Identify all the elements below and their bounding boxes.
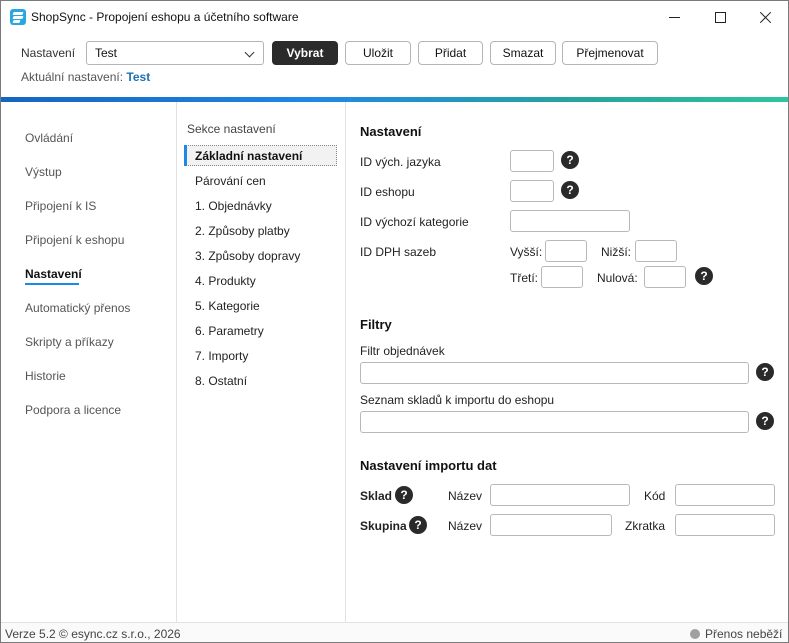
warehouse-code-label: Kód <box>644 489 666 503</box>
settings-form: Nastavení ID vých. jazyka ? ID eshopu ? … <box>346 102 788 622</box>
sidebar-item-pripojeni-is[interactable]: Připojení k IS <box>25 199 96 213</box>
settings-heading: Nastavení <box>360 124 422 139</box>
vat-third-input[interactable] <box>541 266 583 288</box>
app-logo-icon <box>10 9 26 25</box>
warehouse-code-input[interactable] <box>675 484 775 506</box>
help-icon[interactable]: ? <box>756 363 774 381</box>
section-item-parovani-cen[interactable]: Párování cen <box>195 174 266 188</box>
order-filter-input[interactable] <box>360 362 749 384</box>
warehouse-list-label: Seznam skladů k importu do eshopu <box>360 393 555 407</box>
warehouse-list-input[interactable] <box>360 411 749 433</box>
default-category-input[interactable] <box>510 210 630 232</box>
vat-zero-input[interactable] <box>644 266 686 288</box>
section-item-objednavky[interactable]: 1. Objednávky <box>195 199 272 213</box>
status-indicator-icon <box>690 629 700 639</box>
sidebar-nav: Ovládání Výstup Připojení k IS Připojení… <box>1 102 176 622</box>
group-abbr-label: Zkratka <box>625 519 666 533</box>
version-text: Verze 5.2 © esync.cz s.r.o., 2026 <box>5 627 181 641</box>
vat-id-label: ID DPH sazeb <box>360 245 437 259</box>
sidebar-item-podpora[interactable]: Podpora a licence <box>25 403 121 417</box>
warehouse-label: Sklad <box>360 489 393 503</box>
minimize-icon <box>668 16 680 18</box>
sidebar-item-vystup[interactable]: Výstup <box>25 165 62 179</box>
default-category-label: ID výchozí kategorie <box>360 215 469 229</box>
sidebar-item-automaticky-prenos[interactable]: Automatický přenos <box>25 301 130 315</box>
section-item-zpusoby-platby[interactable]: 2. Způsoby platby <box>195 224 290 238</box>
window-title: ShopSync - Propojení eshopu a účetního s… <box>31 10 299 24</box>
minimize-button[interactable] <box>651 1 697 33</box>
settings-profile-select[interactable]: Test <box>86 41 264 65</box>
current-settings-line: Aktuální nastavení: Test <box>21 70 150 84</box>
help-icon[interactable]: ? <box>695 267 713 285</box>
add-button[interactable]: Přidat <box>418 41 483 65</box>
section-item-kategorie[interactable]: 5. Kategorie <box>195 299 260 313</box>
help-icon[interactable]: ? <box>409 516 427 534</box>
title-bar: ShopSync - Propojení eshopu a účetního s… <box>1 1 788 33</box>
maximize-icon <box>714 11 726 23</box>
close-icon <box>760 11 772 23</box>
group-name-label: Název <box>448 519 483 533</box>
status-bar: Verze 5.2 © esync.cz s.r.o., 2026 Přenos… <box>1 622 788 642</box>
sidebar-item-historie[interactable]: Historie <box>25 369 66 383</box>
vat-zero-label: Nulová: <box>597 271 638 285</box>
group-abbr-input[interactable] <box>675 514 775 536</box>
vat-lower-label: Nižší: <box>601 245 631 259</box>
vat-lower-input[interactable] <box>635 240 677 262</box>
warehouse-name-input[interactable] <box>490 484 630 506</box>
vat-third-label: Třetí: <box>510 271 539 285</box>
section-item-parametry[interactable]: 6. Parametry <box>195 324 264 338</box>
rename-button[interactable]: Přejmenovat <box>562 41 658 65</box>
close-button[interactable] <box>743 1 788 33</box>
sidebar-item-nastaveni[interactable]: Nastavení <box>25 267 82 281</box>
current-settings-label: Aktuální nastavení: <box>21 70 124 84</box>
vat-higher-input[interactable] <box>545 240 587 262</box>
vat-higher-label: Vyšší: <box>510 245 543 259</box>
lang-id-input[interactable] <box>510 150 554 172</box>
active-nav-indicator <box>25 283 79 285</box>
eshop-id-label: ID eshopu <box>360 185 415 199</box>
maximize-button[interactable] <box>697 1 743 33</box>
help-icon[interactable]: ? <box>756 412 774 430</box>
section-item-produkty[interactable]: 4. Produkty <box>195 274 256 288</box>
group-label: Skupina <box>360 519 407 533</box>
sections-title: Sekce nastavení <box>187 122 276 136</box>
order-filter-label: Filtr objednávek <box>360 344 445 358</box>
warehouse-name-label: Název <box>448 489 483 503</box>
settings-profile-label: Nastavení <box>21 46 76 60</box>
select-button[interactable]: Vybrat <box>272 41 338 65</box>
save-button[interactable]: Uložit <box>345 41 411 65</box>
sidebar-item-ovladani[interactable]: Ovládání <box>25 131 73 145</box>
import-heading: Nastavení importu dat <box>360 458 497 473</box>
filters-heading: Filtry <box>360 317 392 332</box>
eshop-id-input[interactable] <box>510 180 554 202</box>
section-item-zakladni[interactable]: Základní nastavení <box>195 149 302 163</box>
settings-profile-value: Test <box>95 46 118 60</box>
delete-button[interactable]: Smazat <box>490 41 556 65</box>
chevron-down-icon <box>244 47 255 58</box>
section-item-ostatni[interactable]: 8. Ostatní <box>195 374 247 388</box>
sidebar-item-pripojeni-eshop[interactable]: Připojení k eshopu <box>25 233 124 247</box>
app-window: ShopSync - Propojení eshopu a účetního s… <box>0 0 789 643</box>
lang-id-label: ID vých. jazyka <box>360 155 441 169</box>
section-item-zpusoby-dopravy[interactable]: 3. Způsoby dopravy <box>195 249 300 263</box>
sidebar-item-skripty[interactable]: Skripty a příkazy <box>25 335 114 349</box>
help-icon[interactable]: ? <box>561 181 579 199</box>
current-settings-value: Test <box>126 70 151 84</box>
help-icon[interactable]: ? <box>561 151 579 169</box>
transfer-status-text: Přenos neběží <box>705 627 783 641</box>
section-item-importy[interactable]: 7. Importy <box>195 349 248 363</box>
group-name-input[interactable] <box>490 514 612 536</box>
settings-sections-panel: Sekce nastavení Základní nastavení Párov… <box>176 102 346 622</box>
help-icon[interactable]: ? <box>395 486 413 504</box>
